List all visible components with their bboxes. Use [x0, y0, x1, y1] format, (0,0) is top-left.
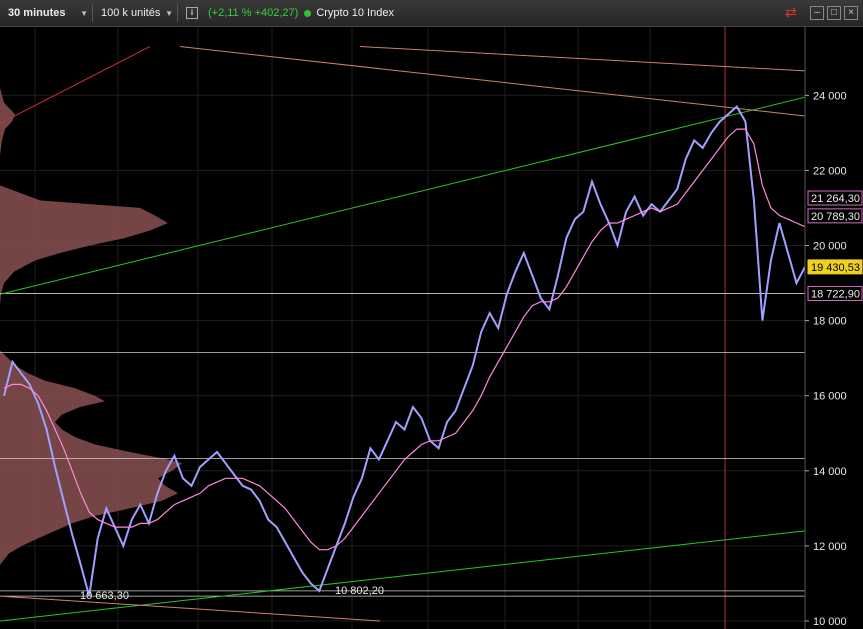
minimize-icon[interactable]: – [810, 6, 824, 20]
units-label: 100 k unités [101, 7, 161, 19]
price-series [3, 105, 806, 597]
price-change-label: (+2,11 % +402,27) [208, 7, 299, 19]
timeframe-select[interactable]: 30 minutes ▼ [4, 4, 93, 22]
horizontal-level-lines [0, 293, 805, 597]
uptrend-line-lower [0, 530, 806, 622]
trendlines [0, 45, 806, 622]
y-axis: 10 000 12 000 14 000 16 000 18 000 20 000 22 0… [804, 27, 863, 629]
chevron-down-icon: ▼ [165, 8, 173, 18]
resistance-line-top [359, 45, 806, 72]
y-axis-panel [805, 27, 863, 629]
y-axis-tick-label: 16 000 [813, 391, 847, 403]
y-axis-tick-label: 18 000 [813, 316, 847, 328]
y-axis-tick-label: 24 000 [813, 90, 847, 102]
y-axis-tick-label: 22 000 [813, 165, 847, 177]
market-open-status-icon [304, 9, 312, 17]
close-icon[interactable]: × [844, 6, 858, 20]
low-value-annotation: 10 663,30 [80, 590, 129, 602]
resistance-line-upper [179, 45, 806, 117]
low-value-annotation: 10 802,20 [335, 585, 384, 597]
maximize-icon[interactable]: □ [827, 6, 841, 20]
volume-profile [0, 65, 182, 565]
sync-icon[interactable]: ⇄ [785, 5, 797, 19]
y-axis-tick-label: 20 000 [813, 241, 847, 253]
timeframe-label: 30 minutes [8, 7, 66, 19]
price-tag-label: 19 430,53 [811, 262, 860, 274]
chart-toolbar: 30 minutes ▼ 100 k unités ▼ i (+2,11 % +… [0, 0, 863, 27]
price-tag-label: 21 264,30 [811, 193, 860, 205]
volume-profile-area [0, 65, 182, 565]
y-axis-tick-label: 12 000 [813, 541, 847, 553]
y-axis-tick-label: 10 000 [813, 616, 847, 628]
chevron-down-icon: ▼ [80, 8, 88, 18]
annotations: 10 663,30 10 802,20 [80, 585, 384, 602]
trend-line-red [0, 46, 151, 124]
price-tag-label: 18 722,90 [811, 288, 860, 300]
price-chart[interactable]: 10 663,30 10 802,20 10 000 12 000 14 000 16 … [0, 27, 863, 629]
price-tag-label: 20 789,30 [811, 211, 860, 223]
info-icon[interactable]: i [186, 7, 198, 19]
y-axis-tick-label: 14 000 [813, 466, 847, 478]
price-line [3, 105, 806, 597]
instrument-name: Crypto 10 Index [316, 7, 394, 19]
units-select[interactable]: 100 k unités ▼ [97, 4, 178, 22]
